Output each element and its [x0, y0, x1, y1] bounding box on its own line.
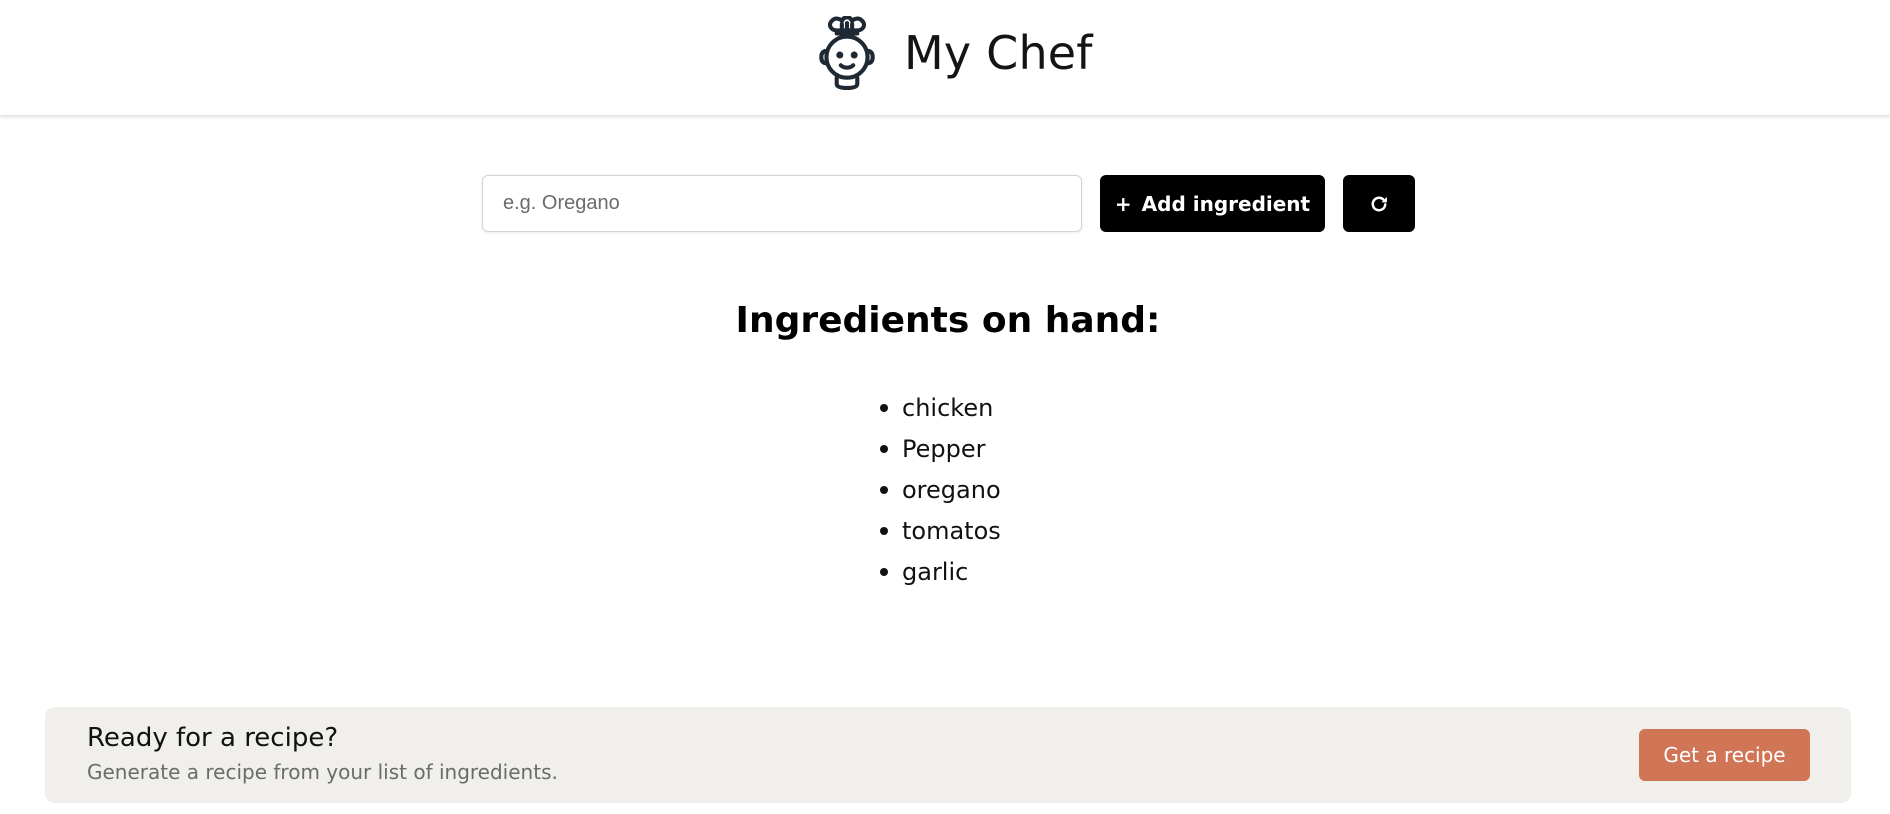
bullet-icon	[880, 527, 888, 535]
app-title: My Chef	[904, 26, 1093, 80]
bullet-icon	[880, 568, 888, 576]
ingredient-item: Pepper	[880, 429, 1001, 470]
plus-icon: +	[1114, 191, 1132, 216]
bullet-icon	[880, 445, 888, 453]
add-ingredient-button[interactable]: + Add ingredient	[1100, 175, 1325, 232]
cta-title: Ready for a recipe?	[87, 723, 339, 753]
add-ingredient-label: Add ingredient	[1141, 191, 1311, 216]
ingredient-label: chicken	[902, 394, 994, 422]
ingredient-item: tomatos	[880, 511, 1001, 552]
ingredients-heading: Ingredients on hand:	[735, 300, 1161, 341]
bullet-icon	[880, 404, 888, 412]
chef-robot-icon	[819, 16, 875, 90]
bullet-icon	[880, 486, 888, 494]
refresh-button[interactable]	[1343, 175, 1415, 232]
ingredient-label: oregano	[902, 476, 1001, 504]
cta-subtitle: Generate a recipe from your list of ingr…	[87, 760, 558, 784]
ingredient-item: oregano	[880, 470, 1001, 511]
app-header: My Chef	[0, 0, 1890, 116]
get-recipe-button[interactable]: Get a recipe	[1639, 729, 1810, 781]
ingredient-label: tomatos	[902, 517, 1001, 545]
ingredient-item: chicken	[880, 388, 1001, 429]
ingredient-input[interactable]	[482, 175, 1082, 232]
ingredient-label: garlic	[902, 558, 969, 586]
ingredient-label: Pepper	[902, 435, 986, 463]
brand: My Chef	[814, 14, 1093, 92]
recipe-cta-panel: Ready for a recipe? Generate a recipe fr…	[45, 707, 1851, 803]
refresh-icon	[1371, 196, 1387, 211]
ingredient-item: garlic	[880, 552, 1001, 593]
ingredient-list: chicken Pepper oregano tomatos garlic	[880, 388, 1001, 593]
